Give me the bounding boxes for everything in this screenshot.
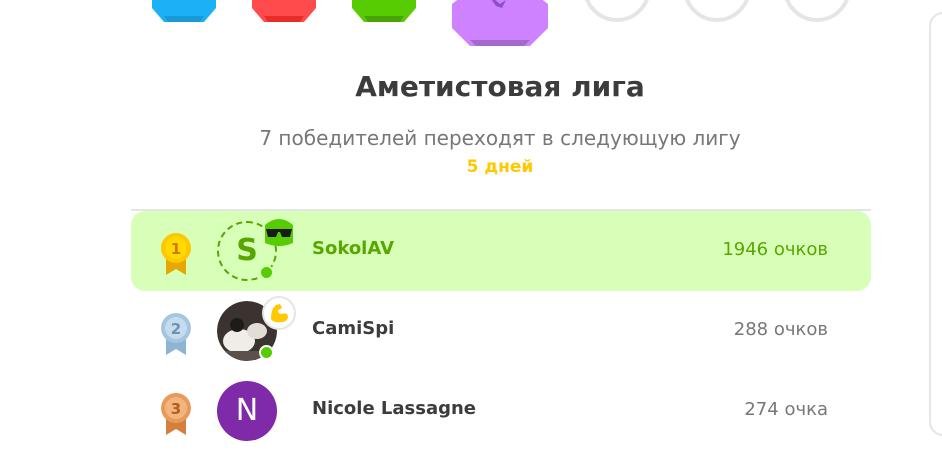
silver-medal-icon: 2 — [161, 313, 191, 355]
rank-number: 1 — [171, 240, 181, 258]
avatar[interactable] — [217, 296, 296, 361]
league-badges-row — [0, 0, 942, 50]
rank-number: 2 — [171, 320, 181, 338]
user-points: 274 очка — [744, 399, 828, 420]
rank-number: 3 — [171, 400, 181, 418]
user-name[interactable]: CamiSpi — [312, 318, 394, 339]
user-points: 288 очков — [733, 319, 828, 340]
flexed-biceps-icon — [262, 296, 296, 330]
leaderboard-row[interactable]: 2 CamiSpi 288 очков — [131, 291, 871, 371]
league-time-left: 5 дней — [466, 157, 534, 177]
user-points: 1946 очков — [722, 239, 828, 260]
user-name[interactable]: SokolAV — [312, 238, 394, 259]
leaderboard-row[interactable]: 3 N Nicole Lassagne 274 очка — [131, 371, 871, 451]
locked-league-badge-icon — [685, 0, 749, 22]
gold-medal-icon: 1 — [161, 233, 191, 275]
league-title: Аметистовая лига — [355, 70, 645, 103]
league-promotion-text: 7 победителей переходят в следующую лигу — [259, 126, 741, 150]
avatar-placeholder: N — [217, 381, 277, 441]
locked-league-badge-icon — [585, 0, 649, 22]
duo-sunglasses-icon — [265, 219, 293, 246]
online-indicator — [259, 345, 274, 360]
locked-league-badge-icon — [785, 0, 849, 22]
emerald-league-badge-icon — [352, 0, 416, 22]
bronze-medal-icon: 3 — [161, 393, 191, 435]
user-name[interactable]: Nicole Lassagne — [312, 398, 476, 419]
avatar-letter: N — [235, 393, 259, 428]
avatar[interactable]: N — [217, 381, 277, 441]
leaderboard-row[interactable]: 1 S SokolAV 1946 очков — [131, 211, 871, 291]
ruby-league-badge-icon — [252, 0, 316, 22]
online-indicator — [259, 265, 274, 280]
amethyst-league-badge-icon — [452, 0, 548, 46]
avatar[interactable]: S — [217, 219, 293, 281]
avatar-letter: S — [236, 233, 258, 268]
bronze-league-badge-icon — [152, 0, 216, 22]
